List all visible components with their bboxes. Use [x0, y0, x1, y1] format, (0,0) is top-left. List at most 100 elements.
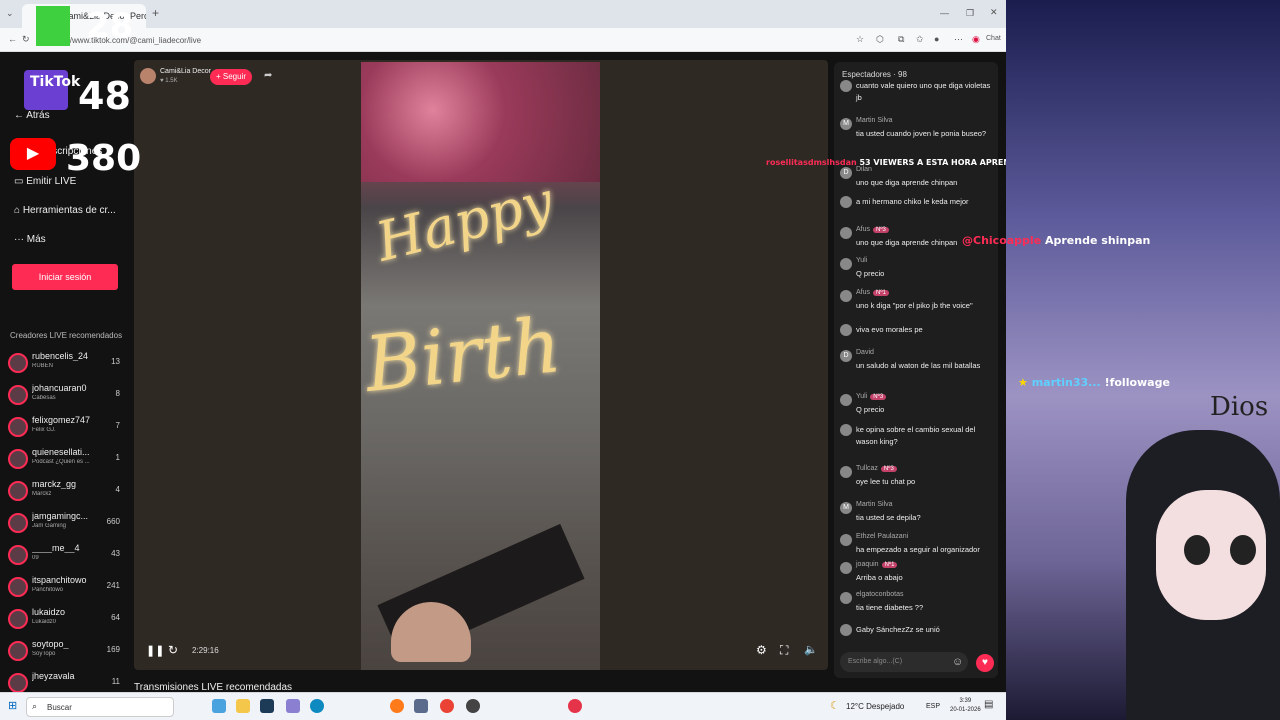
creator-item[interactable]: quienesellati... Podcast ¿Quién es ... 1: [8, 447, 124, 477]
visual-studio-icon[interactable]: [414, 699, 428, 713]
chat-extension-label[interactable]: Chat: [986, 35, 1001, 42]
volume-icon[interactable]: 🔈: [804, 643, 818, 656]
follow-button[interactable]: + Seguir: [210, 69, 252, 85]
tiktok-live-page: ← Atrás Suscripciones ▭ Emitir LIVE ⌂ He…: [0, 52, 1006, 693]
screen: ⌄ Cami&Lia Decor Pero Lia... + — ❐ ✕ ← ↻…: [0, 0, 1280, 720]
creator-viewers: 169: [106, 645, 120, 654]
creator-avatar: [8, 449, 28, 469]
new-tab-icon[interactable]: +: [152, 6, 159, 20]
sidebar-item-more[interactable]: ··· Más: [14, 234, 46, 245]
chat-avatar: [840, 290, 852, 302]
chat-username: elgatoconbotas: [856, 591, 904, 598]
share-icon[interactable]: ➦: [264, 70, 272, 81]
creator-subtitle: SoyTopo: [32, 651, 56, 657]
emoji-icon[interactable]: ☺: [952, 656, 963, 668]
chat-text: oye lee tu chat po: [856, 477, 916, 486]
creator-subtitle: Panchitowo: [32, 587, 64, 593]
live-player[interactable]: Cami&Lia Decor ♥ 1.5K + Seguir ➦ Happy B…: [134, 60, 828, 670]
file-explorer-icon[interactable]: [236, 699, 250, 713]
menu-icon[interactable]: ⋯: [954, 34, 963, 45]
opera-icon[interactable]: [568, 699, 582, 713]
chrome-icon[interactable]: [440, 699, 454, 713]
creator-item[interactable]: jamgamingc... Jam Gaming 660: [8, 511, 124, 541]
creator-viewers: 7: [115, 421, 120, 430]
extension-icon[interactable]: ⬡: [876, 34, 884, 45]
fullscreen-icon[interactable]: ⛶: [780, 643, 788, 658]
weather-text[interactable]: 12°C Despejado: [846, 702, 904, 711]
notification-icon[interactable]: ▤: [984, 699, 993, 710]
creator-item[interactable]: itspanchitowo Panchitowo 241: [8, 575, 124, 605]
chat-username: Martin Silva: [856, 501, 893, 508]
address-bar: ← ↻ https://www.tiktok.com/@cami_liadeco…: [0, 28, 1006, 52]
sidebar-item-creator-tools[interactable]: ⌂ Herramientas de cr...: [14, 205, 116, 216]
reload-icon[interactable]: ↻: [22, 34, 30, 45]
host-name: Cami&Lia Decor: [160, 68, 211, 75]
creator-item[interactable]: rubencelis_24 RUBÉN 13: [8, 351, 124, 381]
viewers-header[interactable]: Espectadores · 98: [842, 70, 907, 79]
sidebar-item-back[interactable]: ← Atrás: [14, 110, 50, 121]
back-icon[interactable]: ←: [8, 34, 17, 44]
host-avatar[interactable]: [140, 68, 156, 84]
vim-icon[interactable]: [260, 699, 274, 713]
chat-panel: Espectadores · 98 cuanto vale quiero uno…: [834, 62, 998, 678]
dios-text: Dios: [1210, 392, 1269, 422]
level-badge: Nº3: [870, 394, 887, 400]
copilot-icon[interactable]: ◉: [972, 34, 980, 45]
chat-avatar: [840, 394, 852, 406]
close-icon[interactable]: ✕: [990, 7, 998, 18]
creator-avatar: [8, 417, 28, 437]
creator-item[interactable]: felixgomez747 Felix GJ. 7: [8, 415, 124, 445]
search-icon: ⌕: [32, 701, 38, 711]
creator-item[interactable]: ____me__4 09 43: [8, 543, 124, 573]
creator-viewers: 11: [111, 677, 120, 686]
maximize-icon[interactable]: ❐: [966, 8, 974, 19]
login-button[interactable]: Iniciar sesión: [12, 264, 118, 290]
creator-item[interactable]: marckz_gg Marckz 4: [8, 479, 124, 509]
level-badge: Nº1: [873, 290, 889, 296]
creator-viewers: 660: [106, 517, 120, 526]
chat-avatar: [840, 227, 852, 239]
profile-icon[interactable]: ●: [934, 34, 939, 44]
obs-icon[interactable]: [466, 699, 480, 713]
chat-avatar: [840, 80, 852, 92]
chat-avatar: M: [840, 502, 852, 514]
chat-text: viva evo morales pe: [856, 325, 923, 334]
star-icon: ★: [1018, 376, 1032, 389]
creator-item[interactable]: johancuaran0 Cabesas 8: [8, 383, 124, 413]
chat-avatar: [840, 592, 852, 604]
minimize-icon[interactable]: —: [940, 8, 949, 18]
tab-list-icon[interactable]: ⌄: [6, 8, 14, 19]
pause-icon[interactable]: ❚❚: [146, 644, 164, 657]
like-heart-icon[interactable]: ♥: [976, 654, 994, 672]
neon-sign-bottom: Birth: [360, 300, 566, 409]
chat-input[interactable]: Escribe algo...(C): [840, 652, 968, 672]
clock[interactable]: 3:39 20-01-2026: [950, 697, 981, 715]
creator-name: felixgomez747: [32, 415, 91, 425]
creator-item[interactable]: lukaidzo Lukaidz0 64: [8, 607, 124, 637]
language-indicator[interactable]: ESP: [926, 703, 940, 710]
chat-text: ke opina sobre el cambio sexual del waso…: [856, 425, 976, 446]
chat-text: tia usted se depila?: [856, 513, 921, 522]
camera-icon: ▭: [14, 176, 27, 187]
taskbar-search[interactable]: Buscar: [26, 697, 174, 717]
youtube-counter: 380: [66, 138, 142, 179]
split-icon[interactable]: ⧉: [898, 34, 904, 45]
creator-viewers: 241: [106, 581, 120, 590]
chat-avatar: D: [840, 350, 852, 362]
url-field[interactable]: https://www.tiktok.com/@cami_liadecor/li…: [36, 33, 856, 48]
windows-start-icon[interactable]: ⊞: [8, 699, 17, 712]
chat-username: Yuli Nº3: [856, 393, 887, 400]
settings-icon[interactable]: ⚙: [756, 643, 767, 657]
creator-item[interactable]: soytopo_ SoyTopo 169: [8, 639, 124, 669]
photos-icon[interactable]: [286, 699, 300, 713]
edge-icon[interactable]: [310, 699, 324, 713]
chat-username: Ethzel Paulazani: [856, 533, 909, 540]
creator-avatar: [8, 641, 28, 661]
refresh-icon[interactable]: ↻: [168, 643, 178, 657]
star-icon[interactable]: ☆: [856, 34, 864, 45]
edge-copilot-icon[interactable]: [212, 699, 226, 713]
firefox-icon[interactable]: [390, 699, 404, 713]
creator-avatar: [8, 481, 28, 501]
creator-subtitle: Cabesas: [32, 395, 56, 401]
favorites-icon[interactable]: ✩: [916, 34, 924, 45]
